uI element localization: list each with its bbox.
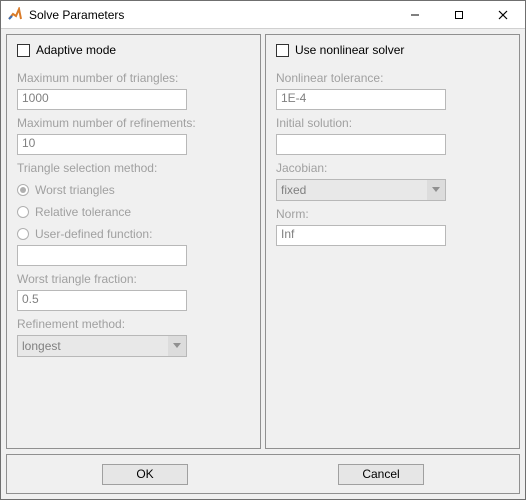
matlab-icon bbox=[7, 7, 23, 23]
chevron-down-icon bbox=[168, 336, 186, 356]
cancel-button[interactable]: Cancel bbox=[338, 464, 424, 485]
checkbox-icon bbox=[276, 44, 289, 57]
radio-reltol-label: Relative tolerance bbox=[35, 205, 131, 219]
close-button[interactable] bbox=[481, 1, 525, 28]
max-refinements-input[interactable]: 10 bbox=[17, 134, 187, 155]
adaptive-mode-checkbox[interactable]: Adaptive mode bbox=[17, 43, 250, 57]
radio-relative-tolerance[interactable]: Relative tolerance bbox=[17, 205, 250, 219]
radio-icon bbox=[17, 228, 29, 240]
adaptive-mode-label: Adaptive mode bbox=[36, 43, 116, 57]
refinement-method-value: longest bbox=[18, 336, 168, 356]
refinement-method-label: Refinement method: bbox=[17, 317, 250, 331]
content-area: Adaptive mode Maximum number of triangle… bbox=[1, 29, 525, 454]
ok-button[interactable]: OK bbox=[102, 464, 188, 485]
jacobian-select[interactable]: fixed bbox=[276, 179, 446, 201]
tolerance-label: Nonlinear tolerance: bbox=[276, 71, 509, 85]
max-triangles-input[interactable]: 1000 bbox=[17, 89, 187, 110]
tolerance-input[interactable]: 1E-4 bbox=[276, 89, 446, 110]
maximize-button[interactable] bbox=[437, 1, 481, 28]
initial-solution-input[interactable] bbox=[276, 134, 446, 155]
minimize-button[interactable] bbox=[393, 1, 437, 28]
radio-udf-label: User-defined function: bbox=[35, 227, 152, 241]
titlebar: Solve Parameters bbox=[1, 1, 525, 29]
refinement-method-select[interactable]: longest bbox=[17, 335, 187, 357]
adaptive-panel: Adaptive mode Maximum number of triangle… bbox=[6, 34, 261, 449]
nonlinear-panel: Use nonlinear solver Nonlinear tolerance… bbox=[265, 34, 520, 449]
worst-fraction-label: Worst triangle fraction: bbox=[17, 272, 250, 286]
initial-solution-label: Initial solution: bbox=[276, 116, 509, 130]
window-buttons bbox=[393, 1, 525, 28]
nonlinear-solver-label: Use nonlinear solver bbox=[295, 43, 404, 57]
radio-worst-triangles[interactable]: Worst triangles bbox=[17, 183, 250, 197]
button-row: OK Cancel bbox=[6, 454, 520, 494]
udf-input[interactable] bbox=[17, 245, 187, 266]
max-triangles-label: Maximum number of triangles: bbox=[17, 71, 250, 85]
solve-parameters-window: Solve Parameters Adaptive mode Maximum n… bbox=[0, 0, 526, 500]
selection-method-label: Triangle selection method: bbox=[17, 161, 250, 175]
max-refinements-label: Maximum number of refinements: bbox=[17, 116, 250, 130]
worst-fraction-input[interactable]: 0.5 bbox=[17, 290, 187, 311]
checkbox-icon bbox=[17, 44, 30, 57]
jacobian-value: fixed bbox=[277, 180, 427, 200]
jacobian-label: Jacobian: bbox=[276, 161, 509, 175]
norm-label: Norm: bbox=[276, 207, 509, 221]
nonlinear-solver-checkbox[interactable]: Use nonlinear solver bbox=[276, 43, 509, 57]
norm-input[interactable]: Inf bbox=[276, 225, 446, 246]
chevron-down-icon bbox=[427, 180, 445, 200]
radio-user-defined-function[interactable]: User-defined function: bbox=[17, 227, 250, 241]
radio-icon bbox=[17, 206, 29, 218]
radio-icon bbox=[17, 184, 29, 196]
radio-worst-label: Worst triangles bbox=[35, 183, 115, 197]
window-title: Solve Parameters bbox=[29, 8, 393, 22]
